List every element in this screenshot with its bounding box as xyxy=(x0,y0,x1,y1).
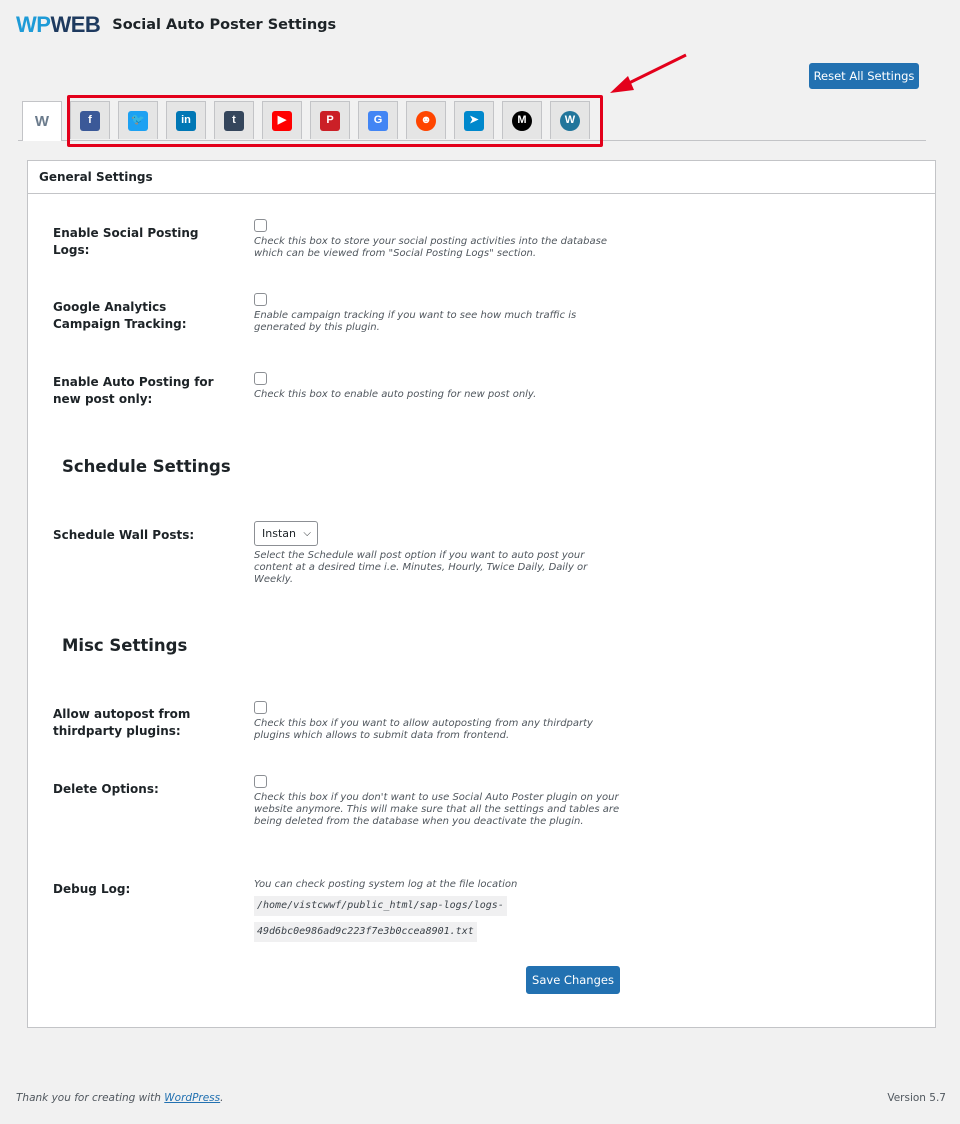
schedule-wall-desc: Select the Schedule wall post option if … xyxy=(254,550,588,585)
ga-tracking-desc: Enable campaign tracking if you want to … xyxy=(254,310,577,333)
ga-tracking-checkbox[interactable] xyxy=(254,293,267,306)
debug-log-path-line1: /home/vistcwwf/public_html/sap-logs/logs… xyxy=(254,896,507,916)
google-my-business-icon: G xyxy=(368,110,388,131)
schedule-wall-field: Instan ⌵ Select the Schedule wall post o… xyxy=(254,521,624,586)
medium-icon: M xyxy=(512,110,532,131)
thirdparty-field: Check this box if you want to allow auto… xyxy=(254,701,624,742)
ga-tracking-field: Enable campaign tracking if you want to … xyxy=(254,293,624,334)
reset-all-settings-button[interactable]: Reset All Settings xyxy=(809,63,919,89)
tab-youtube[interactable]: ▶ xyxy=(262,101,302,139)
new-post-only-label: Enable Auto Posting for new post only: xyxy=(53,375,214,406)
wpweb-logo: WPWEB xyxy=(16,12,101,37)
footer-version: Version 5.7 xyxy=(887,1092,946,1104)
enable-logs-desc: Check this box to store your social post… xyxy=(254,236,607,259)
linkedin-icon: in xyxy=(176,110,196,131)
delete-options-checkbox[interactable] xyxy=(254,775,267,788)
debug-log-path-line2: 49d6bc0e986ad9c223f7e3b0ccea8901.txt xyxy=(254,922,477,942)
pinterest-icon: P xyxy=(320,110,340,131)
general-settings-panel: General Settings Enable Social Posting L… xyxy=(27,160,936,1028)
wpweb-icon: W xyxy=(34,113,50,130)
tab-linkedin[interactable]: in xyxy=(166,101,206,139)
reddit-icon: ☻ xyxy=(416,110,436,131)
page-title: Social Auto Poster Settings xyxy=(112,17,337,33)
tab-medium[interactable]: M xyxy=(502,101,542,139)
tab-reddit[interactable]: ☻ xyxy=(406,101,446,139)
debug-log-label: Debug Log: xyxy=(53,882,131,896)
enable-logs-field: Check this box to store your social post… xyxy=(254,219,624,260)
twitter-icon: 🐦 xyxy=(128,110,148,131)
tab-pinterest[interactable]: P xyxy=(310,101,350,139)
delete-options-label: Delete Options: xyxy=(53,782,159,796)
ga-tracking-label: Google Analytics Campaign Tracking: xyxy=(53,300,187,331)
save-changes-button[interactable]: Save Changes xyxy=(526,966,620,994)
tab-twitter[interactable]: 🐦 xyxy=(118,101,158,139)
wordpress-icon: W xyxy=(560,110,580,131)
thirdparty-checkbox[interactable] xyxy=(254,701,267,714)
tab-telegram[interactable]: ➤ xyxy=(454,101,494,139)
tab-tumblr[interactable]: t xyxy=(214,101,254,139)
schedule-wall-selected: Instan xyxy=(262,527,296,540)
enable-logs-checkbox[interactable] xyxy=(254,219,267,232)
thirdparty-desc: Check this box if you want to allow auto… xyxy=(254,718,593,741)
youtube-icon: ▶ xyxy=(272,110,292,131)
chevron-down-icon: ⌵ xyxy=(303,528,311,539)
tabs-divider xyxy=(18,140,926,141)
facebook-icon: f xyxy=(80,110,100,131)
footer-thanks: Thank you for creating with WordPress. xyxy=(16,1092,224,1104)
schedule-settings-title: Schedule Settings xyxy=(62,457,231,476)
debug-log-field: You can check posting system log at the … xyxy=(254,875,624,942)
schedule-wall-label: Schedule Wall Posts: xyxy=(53,528,195,542)
enable-logs-label: Enable Social Posting Logs: xyxy=(53,226,199,257)
schedule-wall-select[interactable]: Instan ⌵ xyxy=(254,521,318,546)
misc-settings-title: Misc Settings xyxy=(62,636,188,655)
new-post-only-checkbox[interactable] xyxy=(254,372,267,385)
new-post-only-desc: Check this box to enable auto posting fo… xyxy=(254,389,537,400)
tab-wpweb[interactable]: W xyxy=(22,101,62,141)
telegram-icon: ➤ xyxy=(464,110,484,131)
tab-wordpress[interactable]: W xyxy=(550,101,590,139)
tab-facebook[interactable]: f xyxy=(70,101,110,139)
tumblr-icon: t xyxy=(224,110,244,131)
header: WPWEB Social Auto Poster Settings xyxy=(16,10,336,40)
new-post-only-field: Check this box to enable auto posting fo… xyxy=(254,372,624,401)
delete-options-desc: Check this box if you don't want to use … xyxy=(254,792,620,827)
thirdparty-label: Allow autopost from thirdparty plugins: xyxy=(53,707,191,738)
debug-log-desc: You can check posting system log at the … xyxy=(254,879,518,890)
wordpress-link[interactable]: WordPress xyxy=(164,1092,220,1104)
panel-title: General Settings xyxy=(28,161,935,194)
delete-options-field: Check this box if you don't want to use … xyxy=(254,775,624,828)
tab-google-my-business[interactable]: G xyxy=(358,101,398,139)
